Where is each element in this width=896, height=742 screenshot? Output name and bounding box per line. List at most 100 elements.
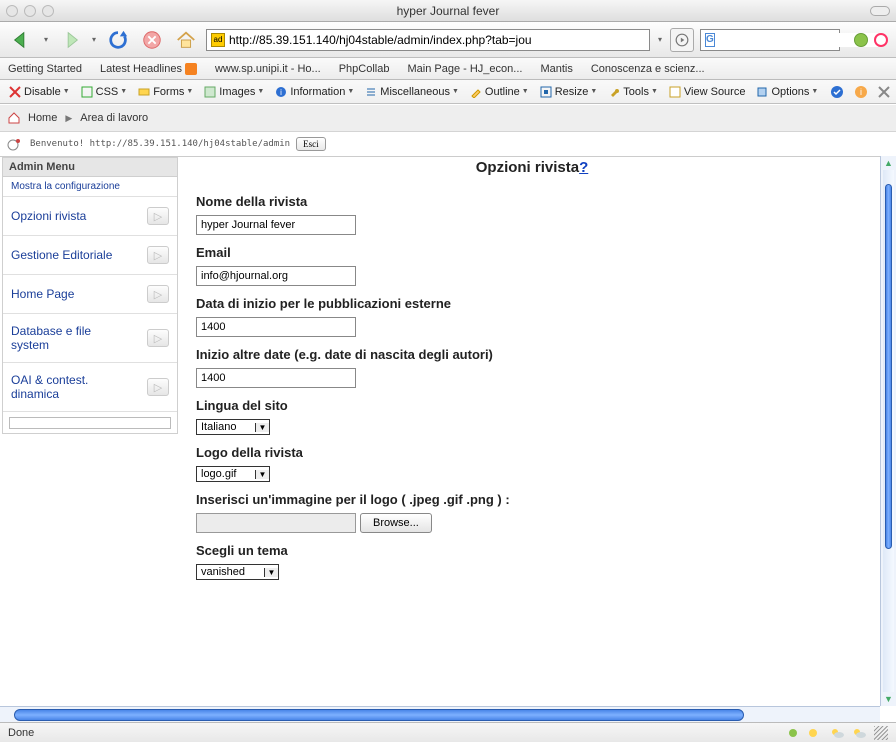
chevron-right-icon: ▷ xyxy=(147,246,169,264)
page-title-text: Opzioni rivista xyxy=(476,159,579,176)
dev-validate-icon[interactable] xyxy=(826,85,848,99)
file-upload-row: Browse... xyxy=(196,513,868,533)
dev-label: Outline xyxy=(485,86,520,98)
dev-images[interactable]: Images▼ xyxy=(199,85,268,99)
scroll-down-arrow[interactable]: ▼ xyxy=(881,692,896,706)
back-button[interactable] xyxy=(8,26,36,54)
forward-button[interactable] xyxy=(56,26,84,54)
horizontal-scrollbar[interactable] xyxy=(0,706,880,722)
status-text: Done xyxy=(8,727,34,739)
weather-partly-icon[interactable] xyxy=(806,724,824,742)
go-button[interactable] xyxy=(670,28,694,52)
home-icon xyxy=(8,112,20,124)
resize-grip[interactable] xyxy=(874,726,888,740)
extension-icon[interactable] xyxy=(874,33,888,47)
breadcrumb: Home ▶ Area di lavoro xyxy=(0,104,896,132)
dev-close-icon[interactable] xyxy=(874,86,894,98)
breadcrumb-home[interactable]: Home xyxy=(28,112,57,124)
sidebar-item-opzioni-rivista[interactable]: Opzioni rivista ▷ xyxy=(3,196,177,235)
weather-cloudy-icon[interactable] xyxy=(828,724,846,742)
hscroll-thumb[interactable] xyxy=(14,709,744,721)
language-select[interactable]: Italiano xyxy=(197,420,255,434)
logout-button[interactable]: Esci xyxy=(296,137,326,151)
dev-label: Options xyxy=(771,86,809,98)
breadcrumb-area[interactable]: Area di lavoro xyxy=(80,112,148,124)
sidebar-item-home-page[interactable]: Home Page▷ xyxy=(3,274,177,313)
scroll-track[interactable] xyxy=(883,170,894,692)
content-area: Admin Menu Mostra la configurazione Opzi… xyxy=(0,156,880,706)
other-dates-input[interactable] xyxy=(196,368,356,388)
url-dropdown[interactable]: ▾ xyxy=(656,26,664,54)
sidebar-item-label: OAI & contest. dinamica xyxy=(11,373,131,401)
dev-forms[interactable]: Forms▼ xyxy=(133,85,197,99)
toolbar-toggle-button[interactable] xyxy=(870,6,890,16)
sidebar-item-label: Home Page xyxy=(11,287,74,301)
bookmark-conoscenza[interactable]: Conoscenza e scienz... xyxy=(591,63,705,75)
search-box[interactable]: G xyxy=(700,29,840,51)
weather-sunny-icon[interactable] xyxy=(784,724,802,742)
vertical-scrollbar[interactable]: ▲ ▼ xyxy=(880,156,896,706)
dev-css[interactable]: CSS▼ xyxy=(76,85,132,99)
dev-misc[interactable]: Miscellaneous▼ xyxy=(360,85,463,99)
logo-select-wrap[interactable]: logo.gif▼ xyxy=(196,466,270,482)
url-input[interactable] xyxy=(225,33,645,47)
logo-select[interactable]: logo.gif xyxy=(197,467,255,481)
reload-button[interactable] xyxy=(104,26,132,54)
journal-name-input[interactable] xyxy=(196,215,356,235)
bookmark-unipi[interactable]: www.sp.unipi.it - Ho... xyxy=(215,63,321,75)
welcome-icon xyxy=(6,135,24,153)
stop-button[interactable] xyxy=(138,26,166,54)
sidebar-search-input[interactable] xyxy=(9,417,171,429)
status-bar: Done xyxy=(0,722,896,742)
chevron-right-icon: ▷ xyxy=(147,207,169,225)
wrench-icon xyxy=(607,85,621,99)
dev-label: Information xyxy=(290,86,345,98)
sidebar-title: Admin Menu xyxy=(3,158,177,177)
bookmark-getting-started[interactable]: Getting Started xyxy=(8,63,82,75)
list-icon xyxy=(364,85,378,99)
chevron-right-icon: ▷ xyxy=(147,378,169,396)
dev-help-icon[interactable]: i xyxy=(850,85,872,99)
sidebar-item-database-filesystem[interactable]: Database e file system▷ xyxy=(3,313,177,362)
dev-disable[interactable]: Disable▼ xyxy=(4,85,74,99)
dev-information[interactable]: iInformation▼ xyxy=(270,85,358,99)
dev-view-source[interactable]: View Source xyxy=(664,85,750,99)
svg-text:i: i xyxy=(280,88,282,97)
window-title: hyper Journal fever xyxy=(0,4,896,18)
bookmark-mantis[interactable]: Mantis xyxy=(540,63,572,75)
admin-sidebar: Admin Menu Mostra la configurazione Opzi… xyxy=(2,157,178,434)
dev-resize[interactable]: Resize▼ xyxy=(535,85,602,99)
back-history-dropdown[interactable]: ▾ xyxy=(42,26,50,54)
sidebar-show-config[interactable]: Mostra la configurazione xyxy=(3,177,177,196)
theme-select[interactable]: vanished xyxy=(197,565,264,579)
bookmark-latest-headlines[interactable]: Latest Headlines xyxy=(100,63,197,75)
sidebar-item-label: Opzioni rivista xyxy=(11,209,86,223)
url-bar[interactable]: ad xyxy=(206,29,650,51)
file-path-display xyxy=(196,513,356,533)
browse-button[interactable]: Browse... xyxy=(360,513,432,533)
dev-options[interactable]: Options▼ xyxy=(751,85,822,99)
help-link[interactable]: ? xyxy=(579,159,588,176)
dev-label: CSS xyxy=(96,86,119,98)
start-date-input[interactable] xyxy=(196,317,356,337)
svg-text:i: i xyxy=(860,87,862,97)
dev-outline[interactable]: Outline▼ xyxy=(465,85,533,99)
webdev-toolbar: Disable▼ CSS▼ Forms▼ Images▼ i Informatio… xyxy=(0,80,896,104)
bookmark-phpcollab[interactable]: PhpCollab xyxy=(339,63,390,75)
scroll-thumb[interactable] xyxy=(885,184,892,549)
bookmark-hj-econ[interactable]: Main Page - HJ_econ... xyxy=(407,63,522,75)
dev-tools[interactable]: Tools▼ xyxy=(603,85,662,99)
email-input[interactable] xyxy=(196,266,356,286)
chevron-right-icon: ▶ xyxy=(65,113,72,124)
home-button[interactable] xyxy=(172,26,200,54)
page-title: Opzioni rivista? xyxy=(196,157,868,184)
weather-cloud-icon[interactable] xyxy=(850,724,868,742)
theme-select-wrap[interactable]: vanished▼ xyxy=(196,564,279,580)
sidebar-item-oai-contest[interactable]: OAI & contest. dinamica ▷ xyxy=(3,362,177,411)
welcome-text: Benvenuto! http://85.39.151.140/hj04stab… xyxy=(30,139,290,149)
forward-history-dropdown[interactable]: ▾ xyxy=(90,26,98,54)
adblock-status-icon[interactable] xyxy=(854,33,868,47)
sidebar-item-gestione-editoriale[interactable]: Gestione Editoriale▷ xyxy=(3,235,177,274)
scroll-up-arrow[interactable]: ▲ xyxy=(881,156,896,170)
language-select-wrap[interactable]: Italiano▼ xyxy=(196,419,270,435)
